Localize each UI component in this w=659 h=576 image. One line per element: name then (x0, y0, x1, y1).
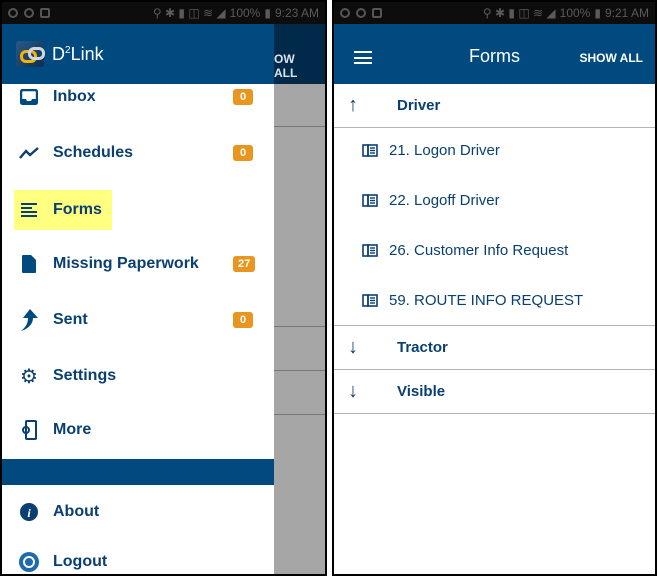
status-bar: ⚲ ✱ ▮ ◫ ≋ ◢ 100% ▮ 9:23 AM (2, 2, 325, 24)
d2link-logo-icon (16, 41, 45, 67)
drawer-item-missing-paperwork[interactable]: Missing Paperwork 27 (2, 244, 274, 284)
drawer-item-logout[interactable]: Logout (2, 542, 274, 574)
signal-icons: ⚲ ✱ ▮ ◫ ≋ ◢ (482, 6, 556, 20)
drawer-item-inbox[interactable]: Inbox 0 (2, 77, 274, 117)
dimmed-background[interactable]: OW ALL (274, 24, 325, 574)
send-arrow-icon (18, 309, 40, 331)
drawer-item-schedules[interactable]: Schedules 0 (2, 133, 274, 173)
arrow-down-icon: ↓ (348, 336, 358, 358)
notification-icon (372, 8, 382, 18)
signal-icons: ⚲ ✱ ▮ ◫ ≋ ◢ (152, 6, 226, 20)
battery-icon: ▮ (594, 6, 601, 20)
inbox-badge: 0 (233, 89, 253, 105)
drawer-item-settings[interactable]: ⚙ Settings (2, 356, 274, 396)
arrow-up-icon: ↑ (348, 94, 358, 116)
show-all-button[interactable]: SHOW ALL (579, 51, 643, 65)
drawer-item-about[interactable]: i About (2, 492, 274, 532)
form-item[interactable]: 21. Logon Driver (334, 130, 655, 170)
background-show-all: OW ALL (274, 52, 298, 80)
app-bar: Forms SHOW ALL (334, 24, 655, 84)
logout-icon (18, 551, 40, 573)
messenger-icon (8, 8, 18, 18)
schedules-badge: 0 (233, 145, 253, 161)
background-appbar: OW ALL (274, 24, 325, 84)
more-settings-icon (18, 419, 40, 441)
right-screen: ⚲ ✱ ▮ ◫ ≋ ◢ 100% ▮ 9:21 AM Forms SHOW AL… (332, 0, 657, 576)
forms-icon (18, 199, 40, 221)
divider (274, 414, 325, 415)
group-visible[interactable]: ↓ Visible (334, 370, 655, 414)
gear-icon: ⚙ (20, 365, 38, 388)
notification-icon (40, 8, 50, 18)
arrow-down-icon: ↓ (348, 380, 358, 402)
form-item[interactable]: 22. Logoff Driver (334, 180, 655, 220)
left-screen: ⚲ ✱ ▮ ◫ ≋ ◢ 100% ▮ 9:23 AM OW ALL D2Link… (0, 0, 327, 576)
battery-level: 100% (229, 6, 261, 20)
eye-icon (24, 8, 34, 18)
divider (274, 126, 325, 127)
document-icon (18, 253, 40, 275)
drawer-section-divider (2, 459, 274, 485)
trend-icon (18, 142, 40, 164)
battery-icon: ▮ (264, 6, 271, 20)
divider (274, 370, 325, 371)
inbox-icon (18, 86, 40, 108)
drawer-item-sent[interactable]: Sent 0 (2, 300, 274, 340)
clock: 9:21 AM (604, 6, 649, 20)
eye-icon (356, 8, 366, 18)
app-name: D2Link (52, 43, 104, 64)
drawer-item-forms[interactable]: Forms (2, 190, 274, 230)
status-bar: ⚲ ✱ ▮ ◫ ≋ ◢ 100% ▮ 9:21 AM (334, 2, 655, 24)
drawer-item-more[interactable]: More (2, 410, 274, 450)
battery-level: 100% (559, 6, 591, 20)
form-doc-icon (362, 243, 378, 257)
group-tractor[interactable]: ↓ Tractor (334, 326, 655, 370)
clock: 9:23 AM (274, 6, 319, 20)
messenger-icon (340, 8, 350, 18)
form-doc-icon (362, 193, 378, 207)
form-item[interactable]: 59. ROUTE INFO REQUEST (334, 280, 655, 320)
drawer-header: D2Link (2, 24, 274, 84)
form-doc-icon (362, 293, 378, 307)
missing-paperwork-badge: 27 (233, 256, 256, 272)
info-icon: i (18, 501, 40, 523)
form-doc-icon (362, 143, 378, 157)
divider (274, 326, 325, 327)
group-driver[interactable]: ↑ Driver (334, 84, 655, 128)
sent-badge: 0 (233, 312, 253, 328)
form-item[interactable]: 26. Customer Info Request (334, 230, 655, 270)
